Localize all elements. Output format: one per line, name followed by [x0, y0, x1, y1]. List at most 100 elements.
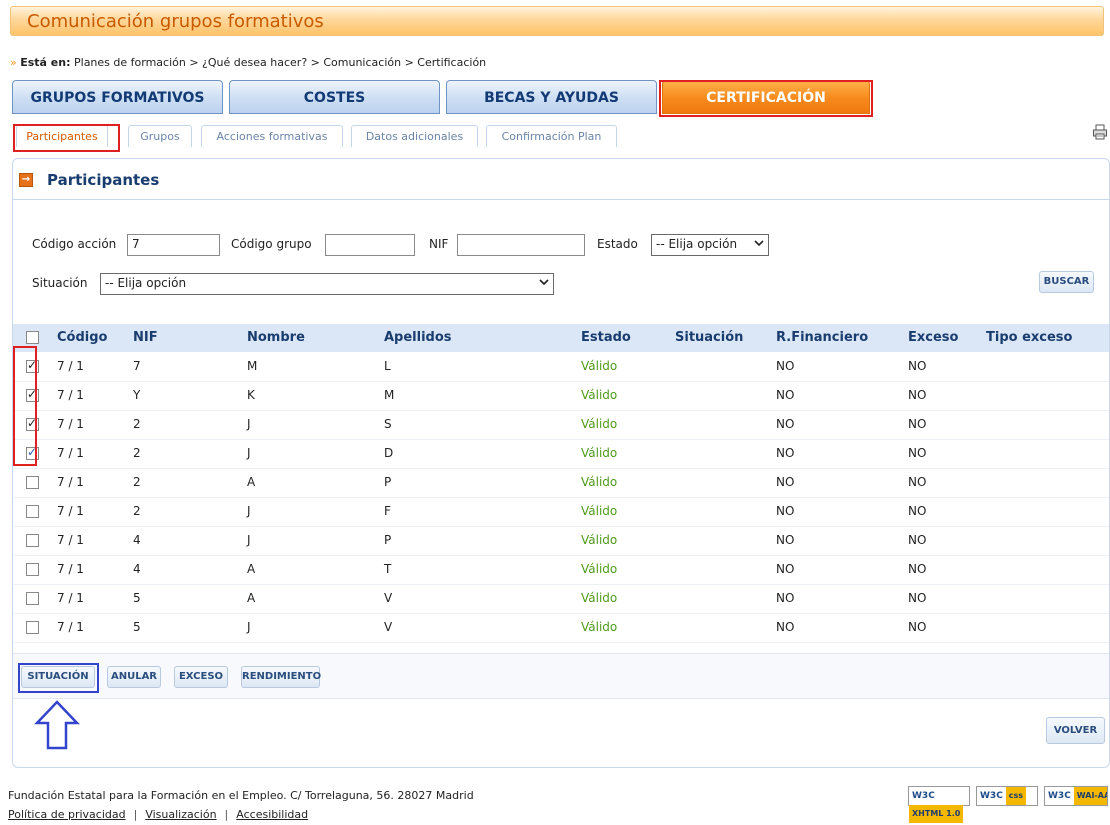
tab-grupos-formativos[interactable]: GRUPOS FORMATIVOS	[12, 80, 223, 114]
estado-label: Estado	[597, 237, 638, 251]
wcag-tag: WAI-AA WCAG 2.0	[1073, 787, 1107, 805]
link-visualizacion[interactable]: Visualización	[145, 808, 216, 821]
cell-estado: Válido	[581, 359, 618, 373]
estado-select-value: -- Elija opción	[656, 237, 738, 251]
table-row[interactable]: 7 / 1 Y K M Válido NO NO	[13, 381, 1109, 411]
select-all-checkbox[interactable]	[26, 331, 39, 344]
link-politica-privacidad[interactable]: Política de privacidad	[8, 808, 126, 821]
subtab-datos-adicionales[interactable]: Datos adicionales	[351, 125, 478, 147]
nif-input[interactable]	[457, 234, 585, 256]
col-rfinanciero[interactable]: R.Financiero	[776, 330, 868, 345]
table-row[interactable]: 7 / 1 2 A P Válido NO NO	[13, 468, 1109, 498]
anular-button[interactable]: ANULAR	[107, 666, 161, 688]
cell-rfin: NO	[776, 446, 795, 460]
table-row[interactable]: 7 / 1 2 J F Válido NO NO	[13, 497, 1109, 527]
cell-nif: 2	[133, 504, 141, 518]
situacion-select[interactable]: -- Elija opción	[100, 273, 554, 295]
breadcrumb-arrows-icon: »	[10, 56, 17, 69]
tab-costes[interactable]: COSTES	[229, 80, 440, 114]
row-checkbox[interactable]	[26, 621, 39, 634]
footer-address: Fundación Estatal para la Formación en e…	[8, 789, 474, 802]
breadcrumb-prefix: Está en:	[20, 56, 71, 69]
xhtml-tag: XHTML 1.0	[909, 805, 964, 823]
volver-button[interactable]: VOLVER	[1046, 717, 1105, 744]
cell-estado: Válido	[581, 533, 618, 547]
cell-exceso: NO	[908, 591, 927, 605]
cell-nombre: A	[247, 562, 256, 576]
footer-separator: |	[224, 808, 229, 821]
col-estado[interactable]: Estado	[581, 330, 631, 345]
subtab-acciones-formativas[interactable]: Acciones formativas	[201, 125, 343, 147]
row-checkbox[interactable]	[26, 592, 39, 605]
table-row[interactable]: 7 / 1 7 M L Válido NO NO	[13, 352, 1109, 382]
codigo-accion-input[interactable]: 7	[127, 234, 220, 256]
w3c-css-badge[interactable]: W3C css	[976, 786, 1038, 806]
row-checkbox[interactable]	[26, 358, 39, 373]
row-checkbox[interactable]	[26, 563, 39, 576]
col-apellidos[interactable]: Apellidos	[384, 330, 452, 345]
estado-select[interactable]: -- Elija opción	[651, 234, 769, 256]
situacion-button[interactable]: SITUACIÓN	[21, 666, 95, 688]
tab-becas-y-ayudas[interactable]: BECAS Y AYUDAS	[446, 80, 657, 114]
tab-certificacion[interactable]: CERTIFICACIÓN	[662, 80, 870, 114]
row-checkbox[interactable]	[26, 476, 39, 489]
table-header: Código NIF Nombre Apellidos Estado Situa…	[13, 324, 1109, 352]
table-row[interactable]: 7 / 1 5 A V Válido NO NO	[13, 584, 1109, 614]
up-arrow-icon	[34, 700, 80, 750]
cell-nombre: J	[247, 620, 251, 634]
cell-codigo: 7 / 1	[57, 388, 84, 402]
cell-apellidos: P	[384, 533, 392, 547]
col-tipo-exceso[interactable]: Tipo exceso	[986, 330, 1072, 345]
exceso-button[interactable]: EXCESO	[174, 666, 228, 688]
link-accesibilidad[interactable]: Accesibilidad	[236, 808, 308, 821]
codigo-grupo-input[interactable]	[325, 234, 415, 256]
cell-codigo: 7 / 1	[57, 446, 84, 460]
cell-codigo: 7 / 1	[57, 591, 84, 605]
cell-nif: 5	[133, 620, 141, 634]
col-nombre[interactable]: Nombre	[247, 330, 305, 345]
w3c-wcag-badge[interactable]: W3CWAI-AA WCAG 2.0	[1044, 786, 1108, 806]
cell-exceso: NO	[908, 446, 927, 460]
cell-nombre: J	[247, 533, 251, 547]
w3c-xhtml-badge[interactable]: W3C XHTML 1.0	[908, 786, 970, 823]
row-checkbox[interactable]	[26, 416, 39, 431]
cell-estado: Válido	[581, 562, 618, 576]
subtab-confirmacion-plan[interactable]: Confirmación Plan	[486, 125, 617, 147]
cell-exceso: NO	[908, 620, 927, 634]
cell-exceso: NO	[908, 388, 927, 402]
buscar-button[interactable]: BUSCAR	[1039, 271, 1094, 293]
table-row[interactable]: 7 / 1 2 J S Válido NO NO	[13, 410, 1109, 440]
col-exceso[interactable]: Exceso	[908, 330, 958, 345]
subtab-grupos[interactable]: Grupos	[128, 125, 192, 147]
breadcrumb-path[interactable]: Planes de formación > ¿Qué desea hacer? …	[74, 56, 486, 69]
row-checkbox[interactable]	[26, 534, 39, 547]
cell-apellidos: T	[384, 562, 392, 576]
col-codigo[interactable]: Código	[57, 330, 107, 345]
table-row[interactable]: 7 / 1 5 J V Válido NO NO	[13, 613, 1109, 643]
cell-apellidos: S	[384, 417, 392, 431]
cell-nif: 2	[133, 475, 141, 489]
row-checkbox[interactable]	[26, 445, 39, 460]
rendimiento-button[interactable]: RENDIMIENTO	[241, 666, 321, 688]
cell-apellidos: V	[384, 591, 393, 605]
col-situacion[interactable]: Situación	[675, 330, 743, 345]
cell-nif: 2	[133, 446, 141, 460]
cell-nif: 7	[133, 359, 141, 373]
table-row[interactable]: 7 / 1 2 J D Válido NO NO	[13, 439, 1109, 469]
table-row[interactable]: 7 / 1 4 J P Válido NO NO	[13, 526, 1109, 556]
cell-nombre: J	[247, 504, 251, 518]
cell-rfin: NO	[776, 620, 795, 634]
cell-exceso: NO	[908, 475, 927, 489]
row-checkbox[interactable]	[26, 505, 39, 518]
col-nif[interactable]: NIF	[133, 330, 158, 345]
row-checkbox[interactable]	[26, 387, 39, 402]
cell-exceso: NO	[908, 504, 927, 518]
table-row[interactable]: 7 / 1 4 A T Válido NO NO	[13, 555, 1109, 585]
chevron-down-icon	[754, 240, 764, 247]
cell-nif: 5	[133, 591, 141, 605]
codigo-accion-label: Código acción	[32, 237, 117, 251]
cell-estado: Válido	[581, 417, 618, 431]
subtab-participantes[interactable]: Participantes	[16, 125, 108, 147]
cell-codigo: 7 / 1	[57, 504, 84, 518]
print-icon[interactable]	[1092, 124, 1108, 140]
